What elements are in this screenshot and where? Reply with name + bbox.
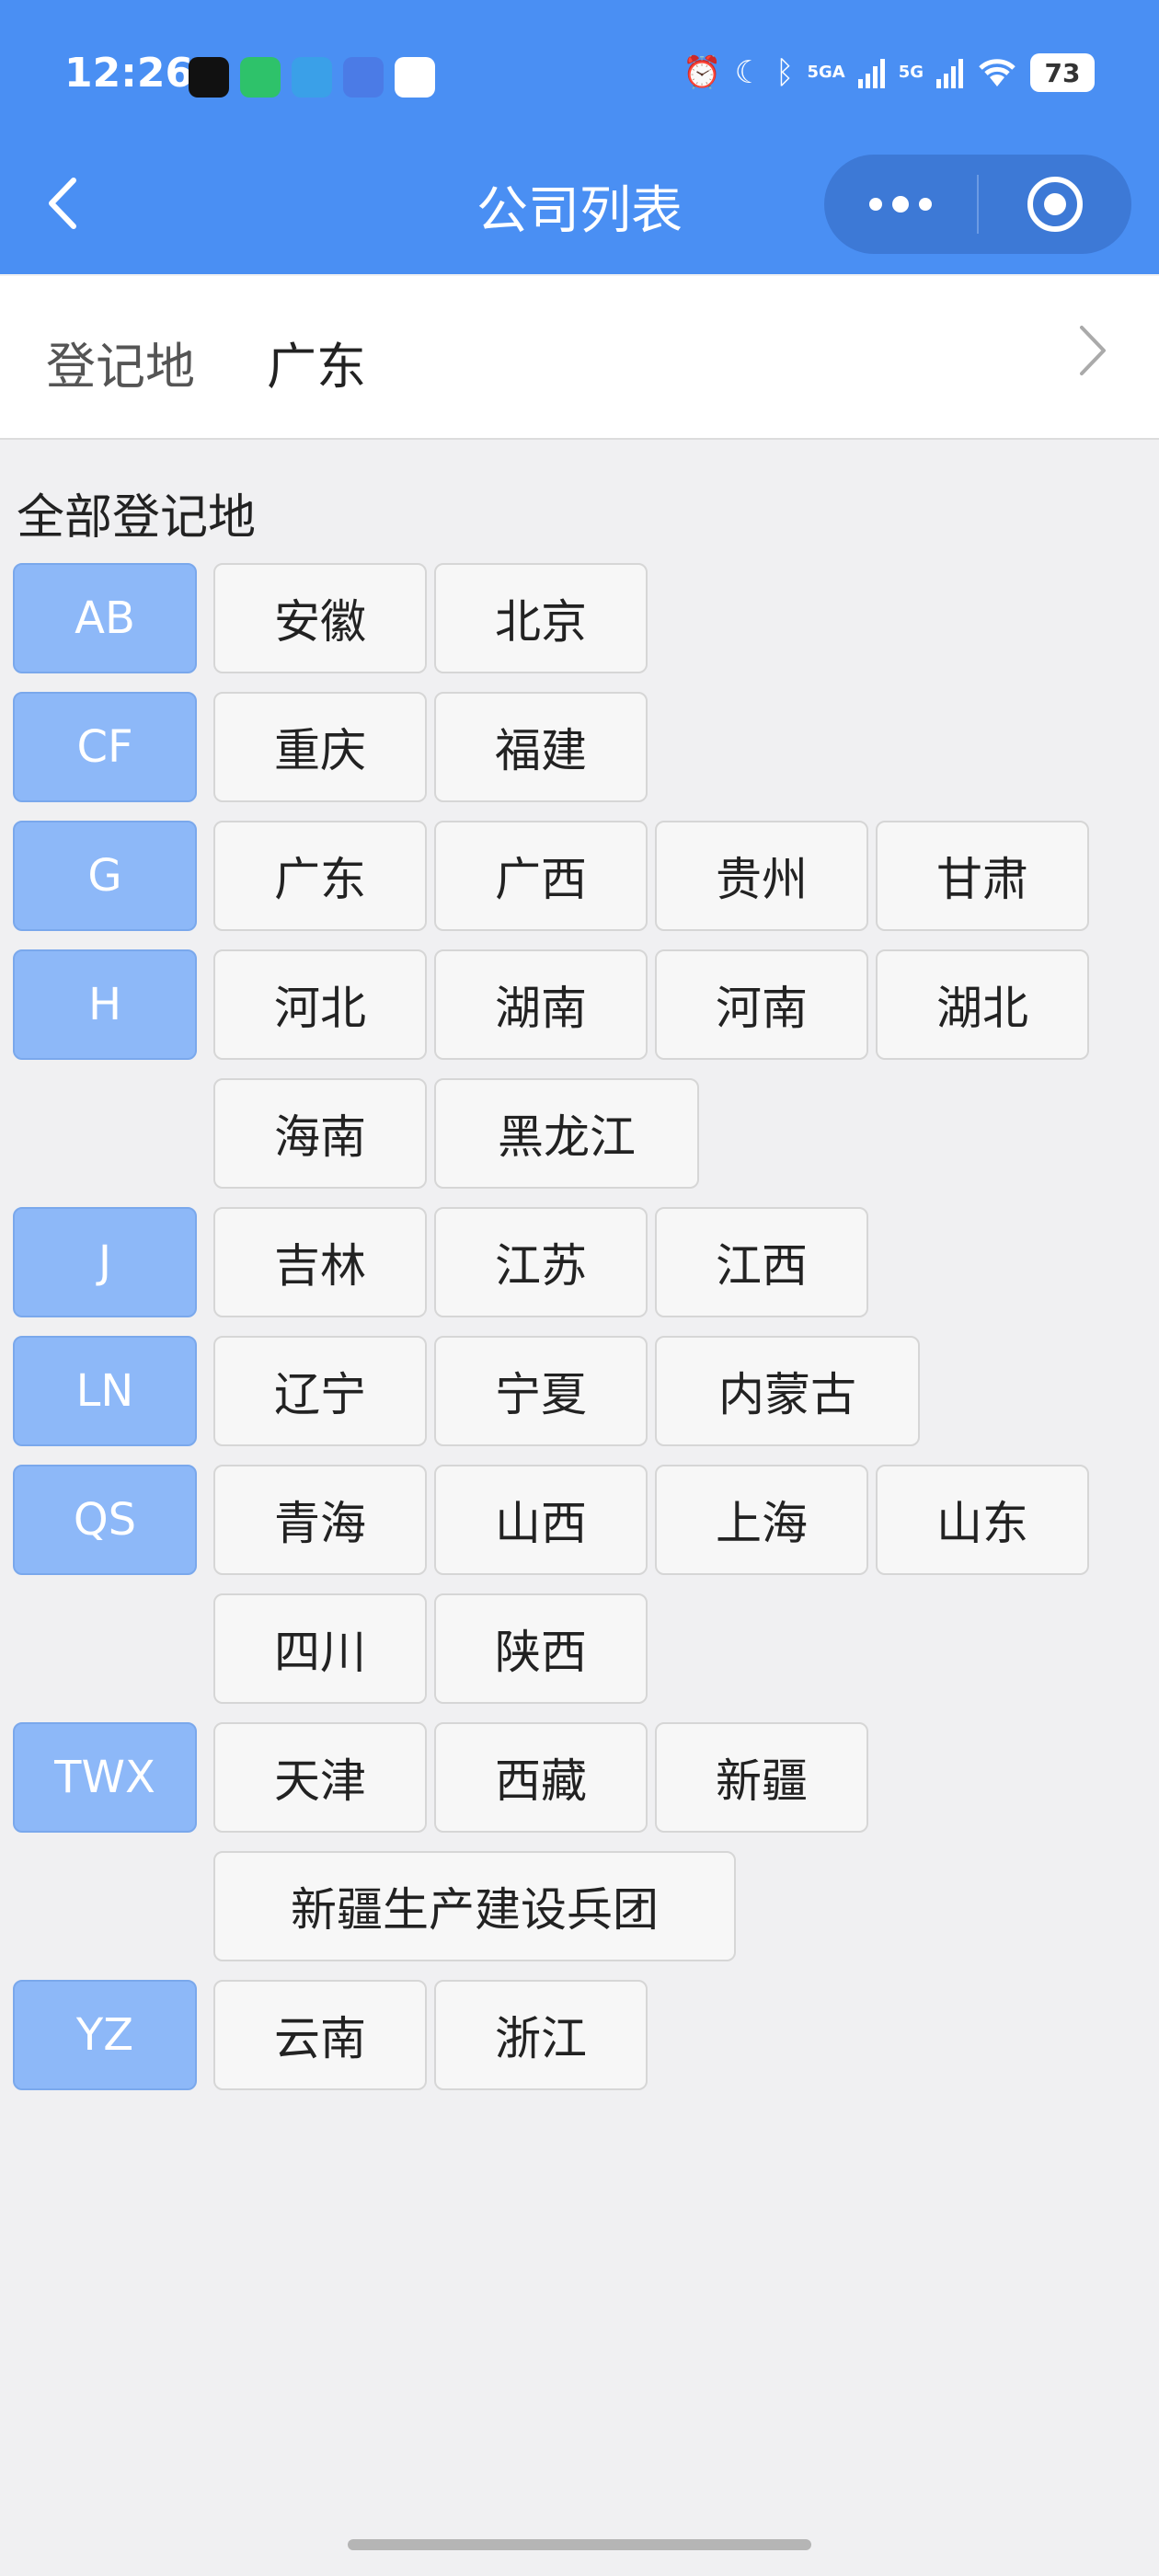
- region-chip[interactable]: 内蒙古: [655, 1336, 920, 1446]
- paper-plane-app-icon: [292, 57, 332, 98]
- region-chip[interactable]: 四川: [213, 1593, 427, 1704]
- network-5g-label: 5G: [898, 63, 924, 82]
- region-chip[interactable]: 黑龙江: [434, 1078, 699, 1189]
- status-app-icons: [189, 57, 435, 98]
- battery-indicator: 73: [1030, 53, 1095, 92]
- region-chip[interactable]: 上海: [655, 1465, 868, 1575]
- tiktok-app-icon: [189, 57, 229, 98]
- letter-group-badge[interactable]: AB: [13, 563, 197, 673]
- more-menu-button[interactable]: [824, 155, 977, 254]
- region-chip[interactable]: 湖北: [876, 949, 1089, 1060]
- phone-app-icon: [240, 57, 281, 98]
- signal-icon: [857, 59, 885, 88]
- region-chip[interactable]: 江苏: [434, 1207, 648, 1317]
- letter-group-badge[interactable]: YZ: [13, 1980, 197, 2090]
- letter-group-badge[interactable]: CF: [13, 692, 197, 802]
- region-chip[interactable]: 宁夏: [434, 1336, 648, 1446]
- region-chip[interactable]: 浙江: [434, 1980, 648, 2090]
- region-chip[interactable]: 贵州: [655, 821, 868, 931]
- region-chip[interactable]: 甘肃: [876, 821, 1089, 931]
- status-indicators: ⏰ ☾ ᛒ 5GA 5G 73: [683, 53, 1095, 92]
- region-chip[interactable]: 北京: [434, 563, 648, 673]
- region-chip[interactable]: 湖南: [434, 949, 648, 1060]
- network-5ga-label: 5GA: [807, 63, 845, 82]
- region-chip[interactable]: 云南: [213, 1980, 427, 2090]
- section-title: 全部登记地: [17, 490, 257, 546]
- region-label: 登记地: [46, 338, 195, 396]
- close-program-button[interactable]: [979, 155, 1131, 254]
- region-chip[interactable]: 吉林: [213, 1207, 427, 1317]
- signal-icon: [936, 59, 963, 88]
- more-dots-icon: [869, 196, 932, 213]
- region-chip[interactable]: 青海: [213, 1465, 427, 1575]
- region-chip[interactable]: 山东: [876, 1465, 1089, 1575]
- region-chip[interactable]: 广西: [434, 821, 648, 931]
- selected-region-bar[interactable]: 登记地 广东: [0, 276, 1159, 440]
- alarm-icon: ⏰: [683, 54, 722, 91]
- letter-group-badge[interactable]: H: [13, 949, 197, 1060]
- target-close-icon: [1027, 177, 1083, 232]
- colorful-app-icon: [395, 57, 435, 98]
- region-chip[interactable]: 江西: [655, 1207, 868, 1317]
- moon-icon: ☾: [734, 54, 763, 91]
- region-chip[interactable]: 新疆: [655, 1722, 868, 1833]
- region-chip[interactable]: 福建: [434, 692, 648, 802]
- region-chip[interactable]: 海南: [213, 1078, 427, 1189]
- mini-program-capsule: [824, 155, 1131, 254]
- region-chip[interactable]: 河北: [213, 949, 427, 1060]
- letter-group-badge[interactable]: J: [13, 1207, 197, 1317]
- region-chip[interactable]: 重庆: [213, 692, 427, 802]
- letter-group-badge[interactable]: LN: [13, 1336, 197, 1446]
- home-indicator: [348, 2539, 811, 2550]
- letter-group-badge[interactable]: TWX: [13, 1722, 197, 1833]
- wifi-icon: [979, 59, 1016, 86]
- region-chip[interactable]: 广东: [213, 821, 427, 931]
- app-header: 12:26 ⏰ ☾ ᛒ 5GA 5G 73 公司列表: [0, 0, 1159, 274]
- chevron-right-icon[interactable]: [1074, 318, 1111, 383]
- bluetooth-icon: ᛒ: [775, 54, 795, 91]
- browser-app-icon: [343, 57, 384, 98]
- region-chip[interactable]: 新疆生产建设兵团: [213, 1851, 736, 1961]
- region-chip[interactable]: 山西: [434, 1465, 648, 1575]
- letter-group-badge[interactable]: QS: [13, 1465, 197, 1575]
- letter-group-badge[interactable]: G: [13, 821, 197, 931]
- region-chip[interactable]: 西藏: [434, 1722, 648, 1833]
- region-chip[interactable]: 安徽: [213, 563, 427, 673]
- selected-region-value: 广东: [267, 338, 366, 396]
- status-time: 12:26: [64, 50, 194, 97]
- region-chip[interactable]: 辽宁: [213, 1336, 427, 1446]
- region-chip[interactable]: 陕西: [434, 1593, 648, 1704]
- region-chip[interactable]: 河南: [655, 949, 868, 1060]
- region-chip[interactable]: 天津: [213, 1722, 427, 1833]
